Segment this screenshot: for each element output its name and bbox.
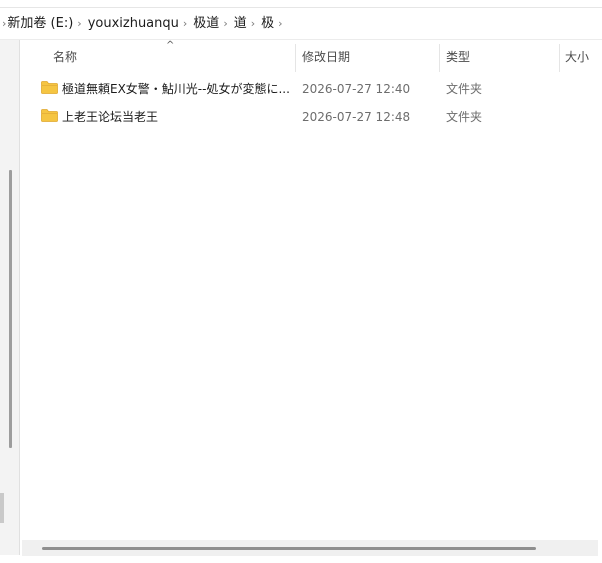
window-edge <box>598 540 602 556</box>
navigation-pane <box>0 40 20 563</box>
breadcrumb-item-jidao[interactable]: 极道 <box>193 8 219 39</box>
navigation-pane-resize-handle[interactable] <box>0 493 4 523</box>
column-header-type[interactable]: 类型 <box>446 40 556 76</box>
chevron-right-icon[interactable]: › <box>179 8 193 39</box>
list-item[interactable]: 上老王论坛当老王 2026-07-27 12:48 文件夹 <box>22 103 602 131</box>
file-name: 上老王论坛当老王 <box>62 110 159 124</box>
chevron-right-icon[interactable]: › <box>274 8 288 39</box>
navigation-pane-scrollbar[interactable] <box>9 170 12 448</box>
pane-bottom-gap <box>0 555 20 563</box>
breadcrumb-item-youxizhuanqu[interactable]: youxizhuanqu <box>88 8 179 39</box>
folder-icon <box>41 81 58 94</box>
file-type: 文件夹 <box>446 82 483 96</box>
column-header-name[interactable]: 名称 <box>53 40 293 76</box>
file-name: 極道無頼EX女警・鮎川光--処女が変態に... <box>62 82 290 96</box>
file-list: ^ 名称 修改日期 类型 大小 極道無頼EX女警・鮎川光--処女が変態に... … <box>22 40 602 540</box>
breadcrumb-item-dao[interactable]: 道 <box>234 8 247 39</box>
list-item[interactable]: 極道無頼EX女警・鮎川光--処女が変態に... 2026-07-27 12:40… <box>22 75 602 103</box>
file-date: 2026-07-27 12:48 <box>302 110 411 124</box>
column-resize-handle[interactable] <box>295 44 296 72</box>
chevron-right-icon[interactable]: › <box>247 8 261 39</box>
file-type: 文件夹 <box>446 110 483 124</box>
column-resize-handle[interactable] <box>559 44 560 72</box>
horizontal-scrollbar-thumb[interactable] <box>42 547 536 550</box>
column-header-date[interactable]: 修改日期 <box>302 40 438 76</box>
folder-icon <box>41 109 58 122</box>
column-resize-handle[interactable] <box>439 44 440 72</box>
chevron-right-icon: › <box>2 17 7 30</box>
chevron-right-icon[interactable]: › <box>219 8 233 39</box>
file-date: 2026-07-27 12:40 <box>302 82 411 96</box>
breadcrumb-item-drive[interactable]: 新加卷 (E:) <box>7 8 73 39</box>
horizontal-scrollbar[interactable] <box>22 540 598 556</box>
pane-divider <box>19 40 20 555</box>
breadcrumb[interactable]: › 新加卷 (E:) › youxizhuanqu › 极道 › 道 › 极 › <box>0 8 602 40</box>
breadcrumb-item-ji[interactable]: 极 <box>261 8 274 39</box>
chevron-right-icon[interactable]: › <box>73 8 87 39</box>
column-header-size[interactable]: 大小 <box>565 40 602 76</box>
file-explorer-window: › 新加卷 (E:) › youxizhuanqu › 极道 › 道 › 极 ›… <box>0 0 602 563</box>
